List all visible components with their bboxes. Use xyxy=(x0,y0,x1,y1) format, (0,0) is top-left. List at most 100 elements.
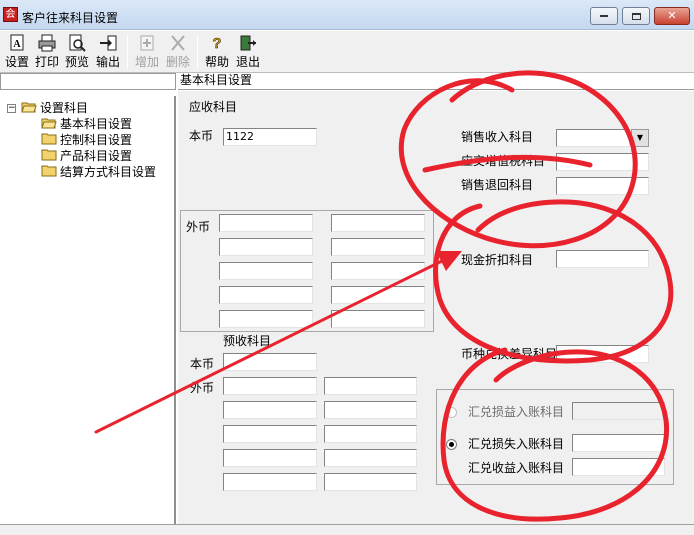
advance-foreign-input[interactable] xyxy=(223,377,317,395)
advance-title: 预收科目 xyxy=(223,334,272,348)
print-button[interactable]: 打印 xyxy=(32,33,62,71)
settings-panel: 应收科目 本币 1122 外币 销售收入科目 ▼ 应交增值税科目 销售退回科目 … xyxy=(178,91,694,524)
tree-item-label: 基本科目设置 xyxy=(60,117,133,131)
preview-icon xyxy=(69,34,86,52)
status-bar xyxy=(0,524,694,535)
advance-base-currency-label: 本币 xyxy=(190,357,215,371)
minimize-button[interactable] xyxy=(590,7,618,25)
exchange-gain-loss-input[interactable] xyxy=(572,402,665,420)
tree-root-label: 设置科目 xyxy=(40,101,89,115)
maximize-button[interactable] xyxy=(622,7,650,25)
receivable-foreign-input[interactable] xyxy=(331,214,425,232)
sales-income-input[interactable] xyxy=(556,129,630,147)
vat-output-label: 应交增值税科目 xyxy=(461,154,546,168)
receivable-foreign-input[interactable] xyxy=(331,262,425,280)
cash-discount-input[interactable] xyxy=(556,250,649,268)
advance-foreign-input[interactable] xyxy=(324,377,417,395)
export-label: 输出 xyxy=(95,55,120,69)
exchange-loss-input[interactable] xyxy=(572,434,665,452)
exchange-gain-label: 汇兑收益入账科目 xyxy=(468,461,565,475)
exchange-split-radio[interactable] xyxy=(446,439,457,450)
exit-button[interactable]: 退出 xyxy=(233,33,263,71)
exchange-gain-loss-radio[interactable] xyxy=(446,407,457,418)
svg-text:A: A xyxy=(13,39,21,50)
tree-item-label: 结算方式科目设置 xyxy=(60,165,157,179)
vat-output-input[interactable] xyxy=(556,153,649,171)
receivable-foreign-input[interactable] xyxy=(219,214,313,232)
tree-item-label: 产品科目设置 xyxy=(60,149,133,163)
preview-label: 预览 xyxy=(64,55,89,69)
add-label: 增加 xyxy=(134,55,159,69)
open-folder-icon xyxy=(41,118,57,129)
sales-return-input[interactable] xyxy=(556,177,649,195)
receivable-base-currency-input[interactable]: 1122 xyxy=(223,128,317,146)
tree-root[interactable]: 设置科目 xyxy=(21,100,88,116)
panel-header: 基本科目设置 xyxy=(178,73,694,90)
maximize-icon xyxy=(631,12,641,20)
currency-precision-label: 币种兑换差异科目 xyxy=(461,347,558,361)
setup-label: 设置 xyxy=(4,55,29,69)
app-icon: 会 xyxy=(3,7,18,22)
open-folder-icon xyxy=(21,102,37,113)
receivable-foreign-input[interactable] xyxy=(219,286,313,304)
receivable-foreign-input[interactable] xyxy=(331,286,425,304)
advance-foreign-input[interactable] xyxy=(324,473,417,491)
tree-item-label: 控制科目设置 xyxy=(60,133,133,147)
print-label: 打印 xyxy=(34,55,59,69)
exit-label: 退出 xyxy=(235,55,260,69)
toolbar: A 设置 打印 预览 输出 增加 删除 ? 帮助 退出 xyxy=(0,31,694,73)
receivable-base-currency-label: 本币 xyxy=(189,129,214,143)
tree-collapse-toggle[interactable]: − xyxy=(7,104,16,113)
exit-icon xyxy=(240,35,256,51)
exchange-gain-input[interactable] xyxy=(572,458,665,476)
currency-precision-input[interactable] xyxy=(556,345,649,363)
advance-foreign-input[interactable] xyxy=(324,401,417,419)
delete-icon xyxy=(171,35,185,51)
add-icon xyxy=(140,35,154,51)
advance-foreign-input[interactable] xyxy=(223,449,317,467)
sales-return-label: 销售退回科目 xyxy=(461,178,534,192)
settings-tree: − 设置科目 基本科目设置 控制科目设置 产品科目设置 结算方式科目设置 xyxy=(0,96,176,524)
tree-item-settlement[interactable]: 结算方式科目设置 xyxy=(41,164,156,180)
receivable-foreign-input[interactable] xyxy=(219,238,313,256)
receivable-foreign-input[interactable] xyxy=(219,262,313,280)
folder-icon xyxy=(41,133,57,145)
tree-header xyxy=(0,73,176,90)
close-button[interactable]: ✕ xyxy=(654,7,690,25)
tree-item-control[interactable]: 控制科目设置 xyxy=(41,132,132,148)
sales-income-dropdown[interactable]: ▼ xyxy=(631,129,649,147)
exchange-gain-loss-label: 汇兑损益入账科目 xyxy=(468,405,565,419)
advance-foreign-input[interactable] xyxy=(324,449,417,467)
advance-foreign-input[interactable] xyxy=(324,425,417,443)
preview-button[interactable]: 预览 xyxy=(62,33,92,71)
close-icon: ✕ xyxy=(667,9,677,22)
receivable-foreign-input[interactable] xyxy=(219,310,313,328)
help-button[interactable]: ? 帮助 xyxy=(202,33,232,71)
receivable-foreign-currency-label: 外币 xyxy=(186,220,211,234)
advance-foreign-currency-label: 外币 xyxy=(190,381,215,395)
setup-icon: A xyxy=(10,34,24,51)
sales-income-label: 销售收入科目 xyxy=(461,130,534,144)
advance-base-currency-input[interactable] xyxy=(223,353,317,371)
receivable-foreign-input[interactable] xyxy=(331,238,425,256)
advance-foreign-input[interactable] xyxy=(223,401,317,419)
advance-foreign-input[interactable] xyxy=(223,473,317,491)
minimize-icon xyxy=(600,15,608,17)
add-button[interactable]: 增加 xyxy=(132,33,162,71)
cash-discount-label: 现金折扣科目 xyxy=(461,253,534,267)
delete-label: 删除 xyxy=(165,55,190,69)
toolbar-separator xyxy=(197,35,198,69)
advance-foreign-input[interactable] xyxy=(223,425,317,443)
delete-button[interactable]: 删除 xyxy=(163,33,193,71)
svg-text:?: ? xyxy=(212,35,221,52)
tree-item-product[interactable]: 产品科目设置 xyxy=(41,148,132,164)
window-title: 客户往来科目设置 xyxy=(22,11,119,25)
setup-button[interactable]: A 设置 xyxy=(2,33,32,71)
folder-icon xyxy=(41,149,57,161)
tree-item-basic[interactable]: 基本科目设置 xyxy=(41,116,132,132)
toolbar-separator xyxy=(127,35,128,69)
folder-icon xyxy=(41,165,57,177)
export-button[interactable]: 输出 xyxy=(93,33,123,71)
receivable-foreign-input[interactable] xyxy=(331,310,425,328)
receivable-title: 应收科目 xyxy=(189,100,238,114)
